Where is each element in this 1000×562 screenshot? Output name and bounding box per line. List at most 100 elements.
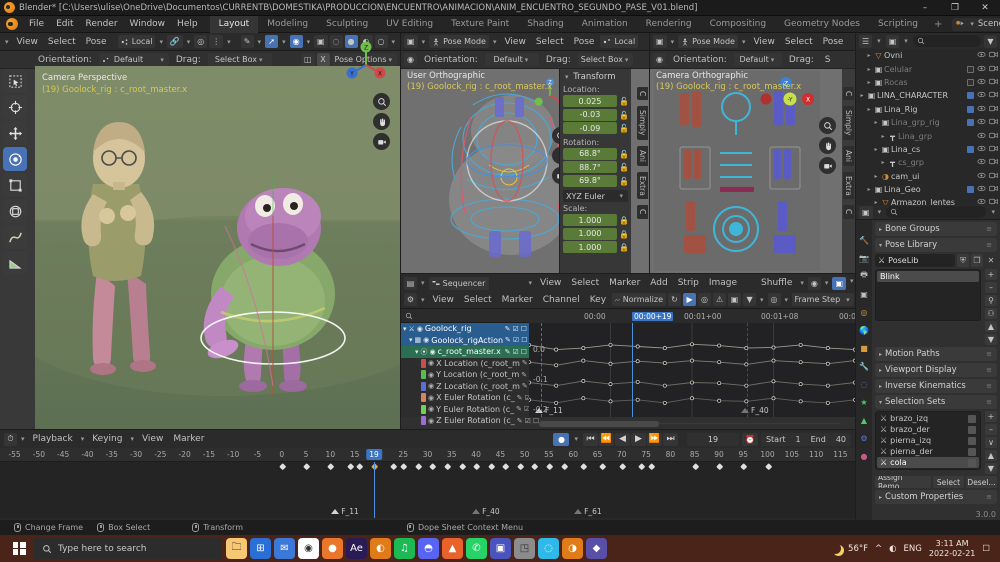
selection-set-button-4[interactable]: ▼ [985, 463, 997, 474]
outliner-footer-type-icon[interactable]: ▣ [859, 205, 873, 219]
lock-scale-z-icon[interactable]: 🔒 [619, 243, 629, 252]
taskbar-app-edge[interactable]: ◌ [538, 538, 559, 559]
menu-file[interactable]: File [23, 16, 50, 33]
channel-modifier-icon[interactable]: ✎ [522, 382, 528, 390]
timeline-keyframe-area[interactable]: F_11 F_40 F_61 [0, 462, 855, 518]
jump-to-prev-keyframe-button[interactable]: ⏪ [599, 432, 614, 446]
timeline-keyframe-17[interactable] [546, 463, 554, 471]
viewport3-editor-type-icon[interactable]: ▣ [653, 35, 667, 48]
annotate-tool[interactable] [3, 225, 27, 249]
normalize-toggle[interactable]: Normalize [612, 293, 667, 306]
render-camera-icon[interactable] [989, 131, 998, 142]
pose-list-item[interactable]: Blink [877, 271, 979, 282]
tab-world[interactable]: 🌎 [858, 324, 870, 336]
sidebar-tab-ani-2[interactable]: Ani [843, 145, 854, 166]
timeline-keyframe-27[interactable] [764, 463, 772, 471]
maximize-button[interactable]: ❐ [940, 0, 970, 16]
snap-mode-dropdown[interactable]: Frame Step ▾ [792, 293, 855, 306]
scale-y-field[interactable]: 1.000 [563, 227, 617, 240]
channel-modifier-icon[interactable]: ✎ [521, 371, 527, 379]
viewport-camera-orthographic-picker[interactable]: ▣ ▾ Pose Mode ▾ View Select Pose ◉ Orien… [650, 33, 855, 273]
timeline-keyframe-11[interactable] [458, 463, 466, 471]
dopesheet-menu-select[interactable]: Select [460, 295, 496, 305]
taskbar-app-krita[interactable]: ◆ [586, 538, 607, 559]
properties-section-motion-paths[interactable]: ▸ Motion Paths ≡ [875, 347, 997, 361]
render-camera-icon[interactable] [989, 197, 998, 205]
channel-mute-checkbox[interactable]: ☑ [512, 325, 518, 333]
outliner-row-rocas[interactable]: ▸ ▣ Rocas [856, 76, 1000, 89]
scale-tool[interactable] [3, 173, 27, 197]
section-gripper-icon[interactable]: ≡ [986, 493, 993, 501]
channel-row-5[interactable]: ◉Z Location (c_root_m✎☑☐ [401, 381, 544, 393]
sequencer-menu-image[interactable]: Image [705, 278, 741, 288]
end-frame-value[interactable]: 40 [831, 435, 851, 444]
timeline-menu-playback[interactable]: Playback [29, 434, 77, 444]
timeline-keyframe-16[interactable] [531, 463, 539, 471]
render-camera-icon[interactable] [989, 171, 998, 182]
outliner-exclude-checkbox[interactable] [967, 105, 974, 113]
lock-scale-x-icon[interactable]: 🔒 [619, 216, 629, 225]
pose-list-button-5[interactable]: ▼ [985, 334, 997, 345]
selection-set-item[interactable]: ⚔ pierna_izq [877, 435, 979, 446]
expand-triangle-icon[interactable]: ▸ [879, 159, 887, 166]
pose-library-datablock[interactable]: ⚔ PoseLib [875, 254, 955, 267]
workspace-tab-animation[interactable]: Animation [573, 16, 637, 33]
taskbar-search-input[interactable]: Type here to search [34, 538, 222, 559]
channel-lock-icon[interactable]: ☐ [521, 336, 527, 344]
timeline-keyframe-14[interactable] [502, 463, 510, 471]
tab-tool[interactable]: 🔨 [858, 234, 870, 246]
viewport3-menu-view[interactable]: View [749, 37, 778, 47]
channel-visibility-icon[interactable]: ◉ [423, 336, 429, 344]
visibility-eye-icon[interactable] [977, 64, 986, 75]
tab-modifiers[interactable]: 🔧 [858, 360, 870, 372]
only-selected-toggle[interactable]: ▶ [683, 293, 697, 306]
workspace-tab-scripting[interactable]: Scripting [869, 16, 927, 33]
sidebar-tab-extra-3[interactable]: Extra [843, 171, 854, 200]
timeline-keyframe-4[interactable] [356, 463, 364, 471]
channel-lock-icon[interactable]: ☐ [521, 325, 527, 333]
visibility-eye-icon[interactable] [977, 117, 986, 128]
tab-material[interactable]: ● [858, 450, 870, 462]
sequencer-shuffle-label[interactable]: Shuffle [757, 278, 796, 288]
camera-view-icon[interactable] [373, 133, 390, 150]
outliner-filter-icon[interactable]: ▼ [984, 34, 997, 48]
dopesheet-menu-marker[interactable]: Marker [498, 295, 537, 305]
channel-lock-icon[interactable]: ☐ [521, 348, 527, 356]
add-workspace-button[interactable]: + [927, 19, 949, 30]
render-camera-icon[interactable] [989, 144, 998, 155]
scale-z-field[interactable]: 1.000 [563, 241, 617, 253]
timeline-keyframe-15[interactable] [516, 463, 525, 471]
select-button[interactable]: Select [933, 476, 964, 488]
menu-help[interactable]: Help [171, 16, 204, 33]
only-errors-toggle[interactable]: ⚠ [713, 293, 727, 306]
sequencer-menu-marker[interactable]: Marker [605, 278, 644, 288]
channel-mute-checkbox[interactable]: ☑ [512, 348, 518, 356]
pose-list-button-1[interactable]: – [985, 282, 997, 293]
selection-sets-list[interactable]: ⚔ brazo_izq ⚔ brazo_der ⚔ pierna_izq ⚔ pierna_d… [875, 411, 981, 470]
timeline-marker-f_11[interactable]: F_11 [331, 507, 359, 516]
orientation-dropdown[interactable]: Default ▾ [98, 53, 169, 66]
transform-orientation-selector[interactable]: Local [118, 35, 156, 48]
channel-visibility-icon[interactable]: ◉ [428, 382, 434, 390]
transform-tool[interactable] [3, 199, 27, 223]
expand-triangle-icon[interactable]: ▸ [865, 79, 873, 86]
unlink-action-button[interactable]: ✕ [985, 254, 997, 267]
visibility-eye-icon[interactable] [977, 184, 986, 195]
scale-x-field[interactable]: 1.000 [563, 214, 617, 226]
taskbar-app-spotify[interactable]: ♫ [394, 538, 415, 559]
sequencer-overlay-toggle[interactable]: ▣ [832, 276, 846, 290]
outliner-row-lina_geo[interactable]: ▸ ▣ Lina_Geo [856, 183, 1000, 196]
timeline-playhead[interactable] [374, 462, 376, 518]
timeline-keyframe-3[interactable] [346, 463, 355, 471]
sidebar-tab-c-4[interactable]: C [843, 205, 854, 219]
tab-object-data[interactable]: ★ [858, 396, 870, 408]
properties-section-bone-groups[interactable]: ▸ Bone Groups ≡ [875, 222, 997, 236]
workspace-tab-geometry-nodes[interactable]: Geometry Nodes [775, 16, 869, 33]
selection-set-button-1[interactable]: – [985, 424, 997, 435]
workspace-tab-uv-editing[interactable]: UV Editing [377, 16, 442, 33]
timeline-keyframe-2[interactable] [327, 463, 335, 471]
channel-row-4[interactable]: ◉Y Location (c_root_m✎☑☐ [401, 369, 544, 381]
viewport2-orientation-dropdown[interactable]: Default ▾ [484, 53, 539, 66]
pose-options-button[interactable]: ✎ [240, 35, 254, 48]
lock-location-y-icon[interactable]: 🔓 [619, 111, 629, 120]
